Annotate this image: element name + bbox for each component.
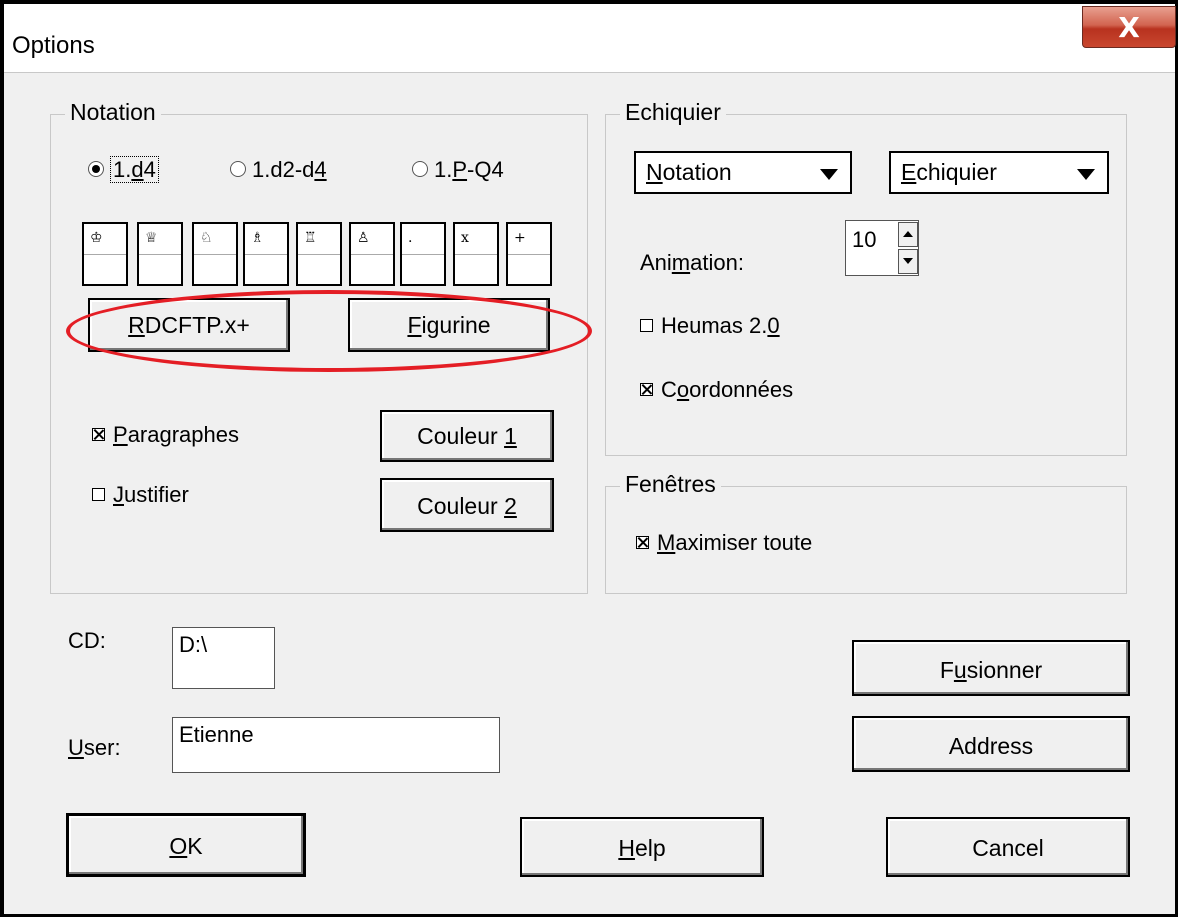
radio-selected-icon: [88, 161, 104, 178]
checkbox-checked-icon: [636, 535, 649, 549]
piece-field-bishop[interactable]: ♗: [243, 222, 289, 286]
rook-icon: ♖: [304, 230, 317, 246]
justifier-checkbox[interactable]: Justifier: [92, 482, 189, 508]
close-icon: X: [1118, 11, 1140, 44]
radio-icon: [230, 161, 246, 178]
paragraphes-checkbox[interactable]: Paragraphes: [92, 422, 239, 448]
fenetres-group-label: Fenêtres: [620, 471, 721, 498]
window-title: Options: [12, 32, 95, 59]
spin-up-icon[interactable]: [898, 222, 918, 247]
notation-dropdown[interactable]: Notation: [634, 151, 852, 194]
address-button[interactable]: Address: [852, 716, 1130, 772]
couleur-1-button[interactable]: Couleur 1: [380, 410, 554, 462]
piece-field-check[interactable]: +: [506, 222, 552, 286]
figurine-button[interactable]: Figurine: [348, 298, 550, 352]
piece-field-king[interactable]: ♔: [82, 222, 128, 286]
radio-1-p-q4[interactable]: 1.P-Q4: [412, 157, 504, 183]
animation-label: Animation:: [640, 250, 744, 275]
user-field[interactable]: Etienne: [172, 717, 500, 773]
radio-1-d2-d4[interactable]: 1.d2-d4: [230, 157, 327, 183]
animation-value[interactable]: 10: [852, 227, 876, 253]
piece-field-pawn[interactable]: ♙: [349, 222, 395, 286]
cd-field[interactable]: D:\: [172, 627, 275, 689]
bishop-icon: ♗: [251, 230, 264, 246]
notation-group-label: Notation: [65, 99, 161, 126]
ok-button[interactable]: OK: [66, 813, 306, 877]
piece-field-capture[interactable]: x: [453, 222, 499, 286]
king-icon: ♔: [90, 230, 103, 246]
cancel-button[interactable]: Cancel: [886, 817, 1130, 877]
help-button[interactable]: Help: [520, 817, 764, 877]
checkbox-checked-icon: [640, 382, 653, 396]
user-label: User:: [68, 735, 121, 760]
piece-field-knight[interactable]: ♘: [192, 222, 238, 286]
spin-down-icon[interactable]: [898, 249, 918, 274]
radio-1-d4[interactable]: 1.d4: [88, 156, 159, 183]
triangle-down-icon: [820, 169, 838, 180]
checkbox-icon: [92, 487, 105, 501]
maximiser-checkbox[interactable]: Maximiser toute: [636, 530, 812, 556]
queen-icon: ♕: [145, 230, 158, 246]
cd-label: CD:: [68, 628, 106, 653]
heumas-checkbox[interactable]: Heumas 2.0: [640, 313, 780, 339]
echiquier-dropdown[interactable]: Echiquier: [889, 151, 1109, 194]
radio-icon: [412, 161, 428, 178]
fusionner-button[interactable]: Fusionner: [852, 640, 1130, 696]
pawn-icon: ♙: [357, 230, 370, 246]
echiquier-group-label: Echiquier: [620, 99, 726, 126]
piece-field-queen[interactable]: ♕: [137, 222, 183, 286]
knight-icon: ♘: [200, 230, 213, 246]
letters-button[interactable]: RDCFTP.x+: [88, 298, 290, 352]
triangle-down-icon: [1077, 169, 1095, 180]
close-button[interactable]: X: [1082, 6, 1176, 48]
checkbox-icon: [640, 318, 653, 332]
title-bar: Options: [4, 4, 1175, 73]
checkbox-checked-icon: [92, 427, 105, 441]
coordonnees-checkbox[interactable]: Coordonnées: [640, 377, 793, 403]
couleur-2-button[interactable]: Couleur 2: [380, 478, 554, 532]
piece-field-dot[interactable]: .: [400, 222, 446, 286]
piece-field-rook[interactable]: ♖: [296, 222, 342, 286]
animation-spinner[interactable]: 10: [845, 220, 919, 276]
